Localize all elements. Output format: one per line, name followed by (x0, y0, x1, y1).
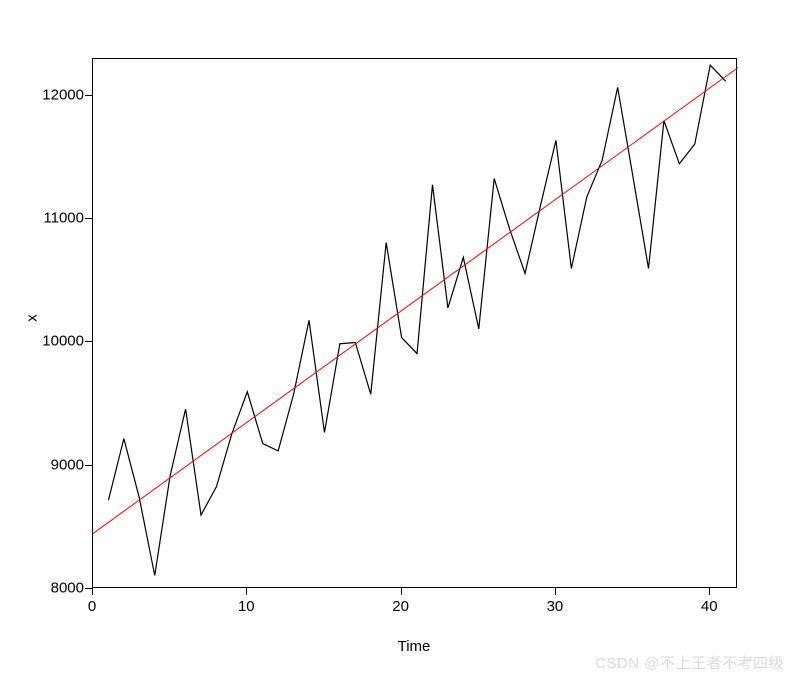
x-tick-mark (709, 588, 710, 595)
x-tick-mark (555, 588, 556, 595)
x-tick-mark (246, 588, 247, 595)
y-tick-mark (85, 588, 92, 589)
chart-container: x Time 8000 9000 10000 11000 12000 0 10 20 30 40… (0, 0, 796, 685)
x-tick-label: 30 (547, 598, 564, 615)
x-tick-mark (401, 588, 402, 595)
x-axis-label: Time (398, 638, 431, 655)
x-tick-label: 40 (701, 598, 718, 615)
y-axis-label: x (23, 314, 40, 322)
y-tick-mark (85, 465, 92, 466)
y-tick-label: 9000 (51, 456, 84, 473)
y-tick-mark (85, 341, 92, 342)
y-tick-label: 12000 (42, 86, 84, 103)
x-tick-mark (92, 588, 93, 595)
y-tick-mark (85, 95, 92, 96)
plot-area (92, 58, 737, 588)
x-tick-label: 20 (392, 598, 409, 615)
chart-svg (93, 59, 738, 589)
y-tick-label: 8000 (51, 580, 84, 597)
watermark-text: CSDN @不上王者不考四级 (595, 652, 784, 673)
x-tick-label: 0 (88, 598, 96, 615)
y-tick-label: 10000 (42, 333, 84, 350)
y-tick-mark (85, 218, 92, 219)
data-line (108, 65, 725, 575)
trend-line (93, 68, 738, 534)
x-tick-label: 10 (238, 598, 255, 615)
y-tick-label: 11000 (43, 210, 84, 227)
